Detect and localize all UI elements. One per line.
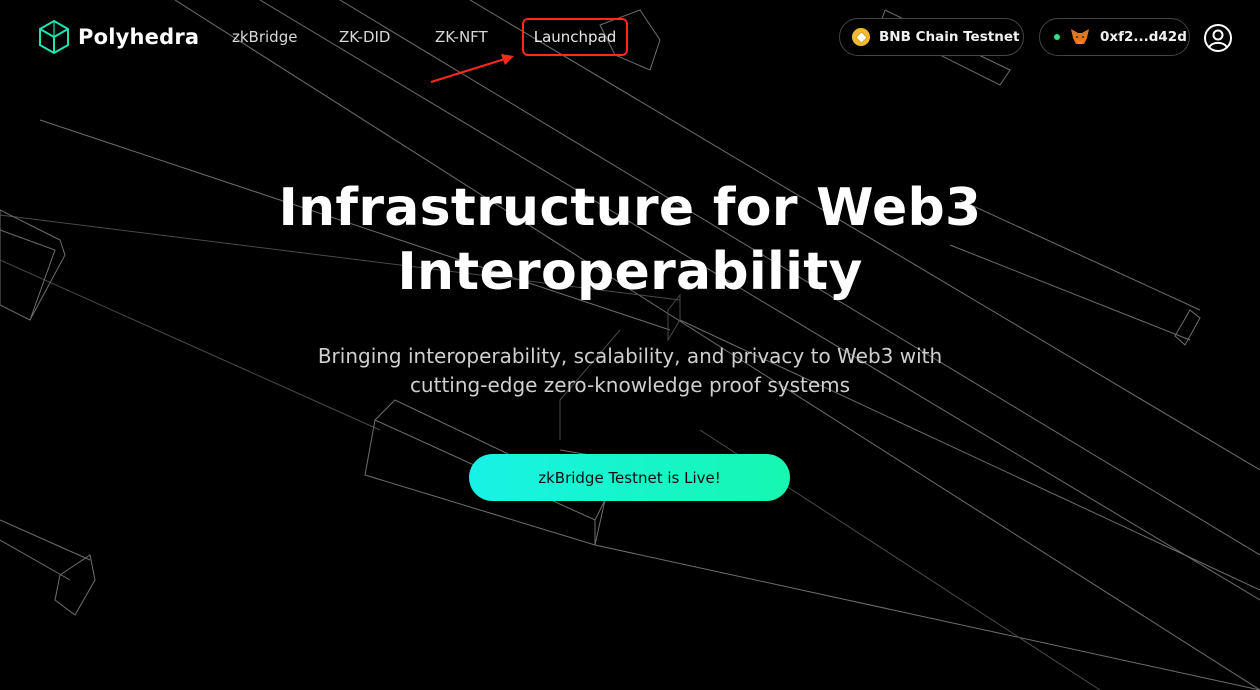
wallet-button[interactable]: 0xf2...d42d — [1039, 18, 1190, 56]
bnb-coin-icon — [852, 28, 870, 46]
wallet-address: 0xf2...d42d — [1100, 29, 1187, 45]
network-selector[interactable]: BNB Chain Testnet — [839, 18, 1024, 56]
hero-subtitle-line-1: Bringing interoperability, scalability, … — [317, 344, 943, 368]
hero-title-line-2: Interoperability — [397, 242, 863, 302]
nav-launchpad[interactable]: Launchpad — [522, 18, 628, 56]
nav-zk-nft[interactable]: ZK-NFT — [435, 28, 488, 46]
zkbridge-testnet-cta-button[interactable]: zkBridge Testnet is Live! — [469, 454, 790, 501]
hero-title: Infrastructure for Web3 Interoperability — [0, 176, 1260, 304]
hero-subtitle: Bringing interoperability, scalability, … — [0, 342, 1260, 400]
polyhedron-logo-icon — [39, 19, 69, 55]
network-label: BNB Chain Testnet — [879, 29, 1020, 45]
brand-name: Polyhedra — [78, 25, 200, 49]
hero-subtitle-line-2: cutting-edge zero-knowledge proof system… — [409, 373, 851, 397]
connected-status-icon — [1054, 34, 1060, 40]
annotation-arrow-icon — [430, 54, 514, 83]
metamask-fox-icon — [1071, 29, 1089, 44]
user-profile-icon[interactable] — [1203, 23, 1233, 53]
nav-zk-did[interactable]: ZK-DID — [339, 28, 390, 46]
brand-logo[interactable]: Polyhedra — [38, 19, 199, 55]
hero-title-line-1: Infrastructure for Web3 — [278, 178, 982, 238]
nav-zkbridge[interactable]: zkBridge — [232, 28, 297, 46]
top-navigation: Polyhedra zkBridge ZK-DID ZK-NFT Launchp… — [0, 0, 1260, 83]
